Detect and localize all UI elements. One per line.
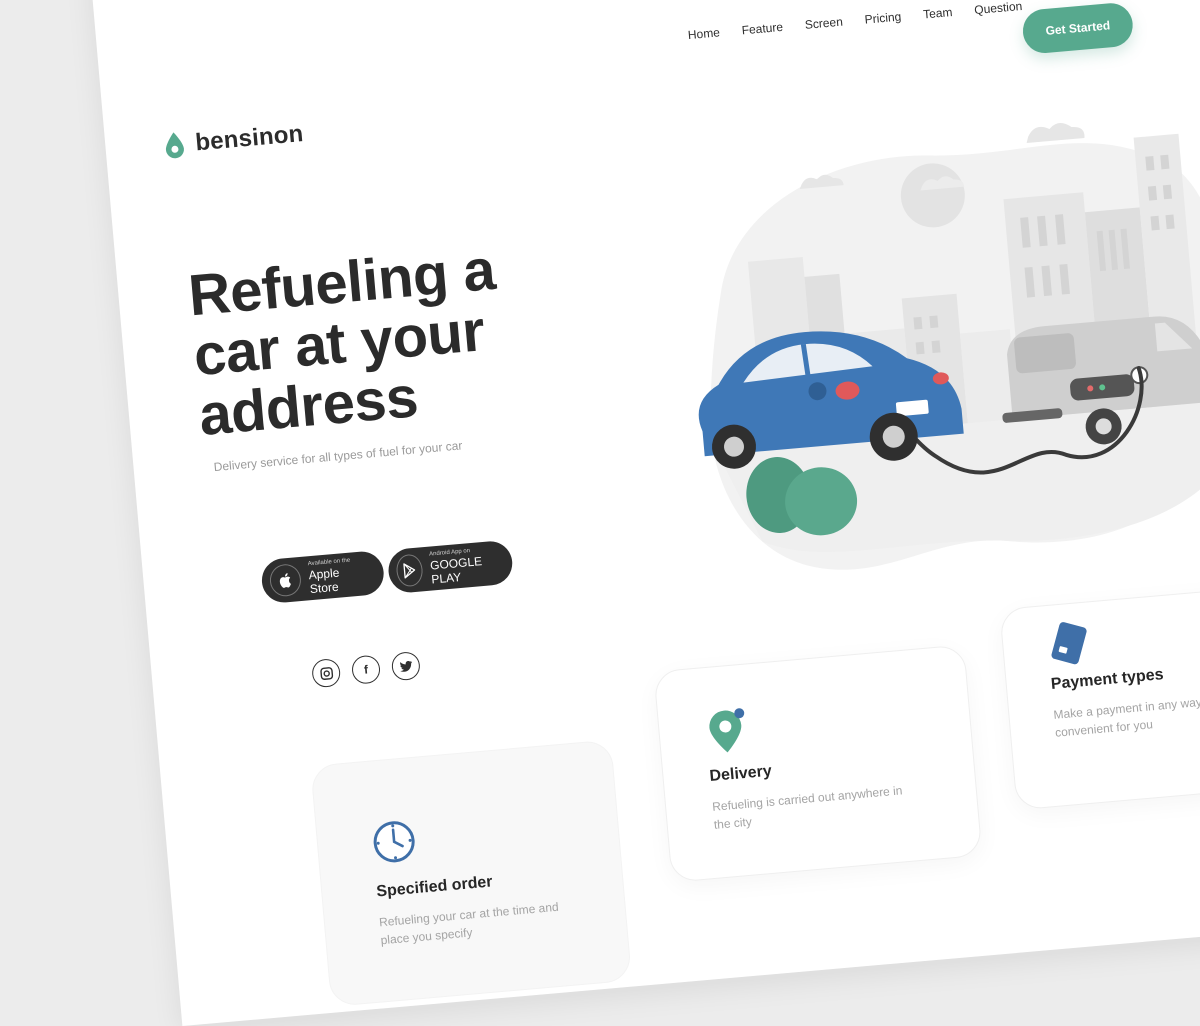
feature-desc: Refueling is carried out anywhere in the… [711, 783, 903, 832]
feature-desc: Refueling your car at the time and place… [378, 899, 560, 948]
feature-desc: Make a payment in any way convenient for… [1052, 694, 1200, 740]
instagram-icon[interactable] [311, 657, 342, 689]
play-icon [395, 553, 424, 588]
nav-screen[interactable]: Screen [804, 15, 843, 32]
hero-title: Refueling a car at your address [185, 236, 498, 449]
nav-home[interactable]: Home [687, 25, 720, 42]
refueling-illustration [698, 123, 1200, 570]
twitter-icon[interactable] [390, 650, 422, 682]
nav-pricing[interactable]: Pricing [864, 10, 902, 27]
nav-question[interactable]: Question [974, 0, 1023, 17]
get-started-button[interactable]: Get Started [1021, 1, 1135, 55]
google-play-button[interactable]: Android App on GOOGLE PLAY [386, 539, 515, 595]
apple-icon [268, 562, 303, 598]
feature-card-specified-order: Specified order Refueling your car at th… [310, 739, 633, 1007]
google-play-text: Android App on GOOGLE PLAY [429, 545, 500, 587]
feature-title: Specified order [375, 873, 494, 901]
facebook-icon[interactable]: f [350, 654, 382, 685]
brand-name: bensinon [194, 120, 305, 157]
apple-store-text: Available on the Apple Store [307, 555, 371, 597]
drop-logo-icon [165, 132, 184, 159]
feature-title: Delivery [708, 762, 773, 786]
feature-card-payment-types: Payment types Make a payment in any way … [999, 587, 1200, 811]
nav-team[interactable]: Team [923, 5, 953, 22]
google-play-label: GOOGLE PLAY [429, 554, 483, 587]
main-nav: Home Feature Screen Pricing Team Questio… [687, 0, 1022, 42]
location-pin-icon [709, 708, 745, 753]
landing-page: bensinon Home Feature Screen Pricing Tea… [90, 0, 1200, 1026]
logo[interactable]: bensinon [162, 120, 305, 160]
social-links: f [311, 650, 422, 689]
credit-card-icon [1051, 622, 1087, 665]
feature-card-delivery: Delivery Refueling is carried out anywhe… [653, 644, 983, 883]
nav-feature[interactable]: Feature [741, 20, 783, 38]
feature-title: Payment types [1050, 666, 1165, 693]
clock-icon [373, 821, 415, 863]
apple-store-button[interactable]: Available on the Apple Store [260, 549, 386, 605]
apple-store-label: Apple Store [308, 565, 340, 597]
